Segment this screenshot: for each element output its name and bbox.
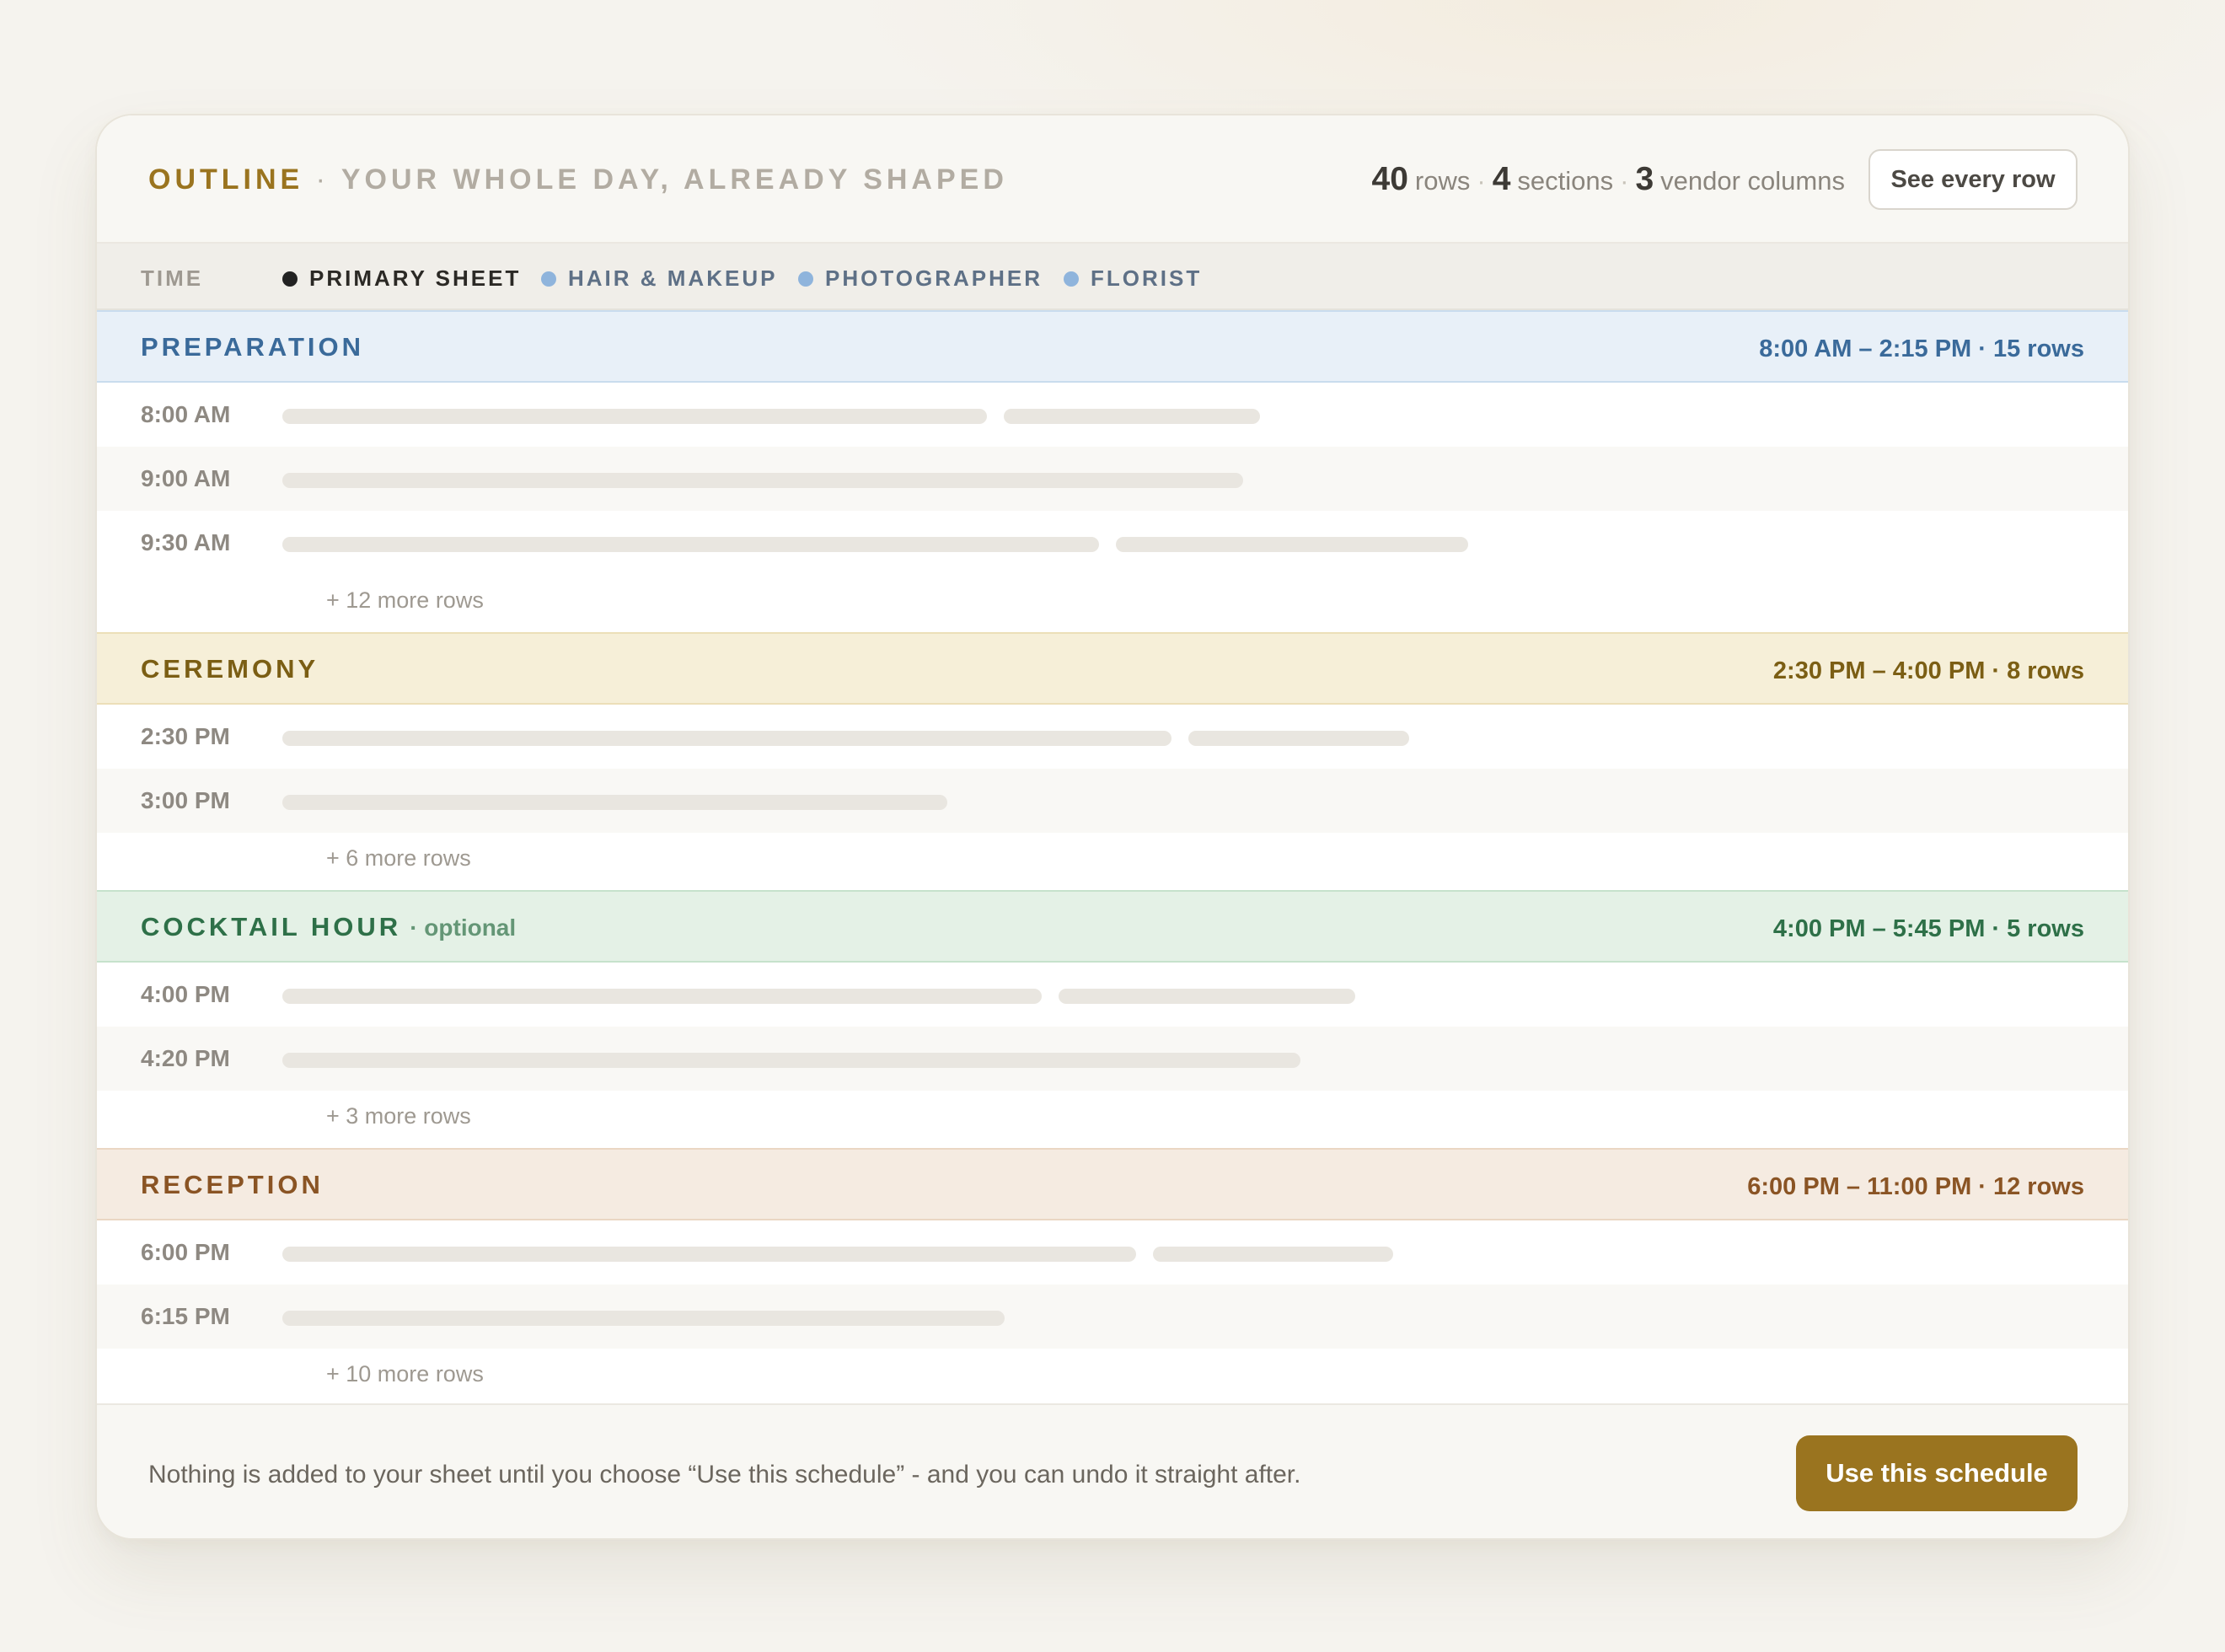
sections-label: sections [1517, 166, 1614, 196]
section-title: RECEPTION [141, 1170, 324, 1199]
section-title: COCKTAIL HOUR [141, 912, 402, 941]
use-schedule-button[interactable]: Use this schedule [1796, 1435, 2078, 1511]
vendor-count: 3 [1635, 161, 1654, 197]
section-range: 8:00 AM – 2:15 PM · 15 rows [1759, 335, 2084, 362]
outline-card: OUTLINE · YOUR WHOLE DAY, ALREADY SHAPED… [95, 114, 2130, 1540]
see-every-row-button[interactable]: See every row [1868, 149, 2078, 210]
rows-label: rows [1414, 166, 1471, 196]
more-rows-link[interactable]: + 3 more rows [326, 1101, 471, 1131]
column-header: TIME PRIMARY SHEET HAIR & MAKEUP PHOTOGRAP… [97, 244, 2128, 310]
stats-dot: · [1620, 166, 1629, 196]
legend-label: FLORIST [1091, 266, 1203, 291]
table-row: 9:00 AM [97, 447, 2128, 511]
footer-note: Nothing is added to your sheet until you… [148, 1461, 1301, 1488]
row-time: 6:00 PM [141, 1239, 230, 1265]
placeholder-bar [282, 473, 1243, 488]
legend-dot [282, 271, 298, 287]
section-title: PREPARATION [141, 332, 365, 362]
placeholder-bar [1116, 537, 1468, 552]
card-header: OUTLINE · YOUR WHOLE DAY, ALREADY SHAPED… [97, 115, 2128, 244]
time-column-label: TIME [141, 266, 204, 291]
placeholder-bar [1153, 1247, 1393, 1262]
legend-item-0: PRIMARY SHEET [282, 266, 521, 292]
placeholder-bar [282, 1247, 1136, 1262]
title-separator: · [315, 164, 330, 196]
legend-label: PHOTOGRAPHER [825, 266, 1043, 291]
placeholder-bar [1059, 989, 1355, 1004]
placeholder-bar [282, 409, 987, 424]
legend-label: PRIMARY SHEET [309, 266, 522, 291]
row-time: 8:00 AM [141, 401, 231, 427]
section-name: RECEPTION [141, 1168, 332, 1203]
placeholder-bar [1004, 409, 1260, 424]
section-name: CEREMONY [141, 652, 327, 687]
row-time: 9:30 AM [141, 529, 231, 555]
row-time: 4:20 PM [141, 1045, 230, 1071]
placeholder-bar [282, 537, 1099, 552]
placeholder-bar [1188, 731, 1409, 746]
table-row: 3:00 PM [97, 769, 2128, 833]
table-row: 6:00 PM [97, 1220, 2128, 1285]
more-rows-link[interactable]: + 12 more rows [326, 585, 484, 615]
row-time: 9:00 AM [141, 465, 231, 491]
section-header: CEREMONY 2:30 PM – 4:00 PM · 8 rows [97, 632, 2128, 705]
section-range: 2:30 PM – 4:00 PM · 8 rows [1772, 657, 2084, 684]
vendor-label: vendor columns [1660, 166, 1845, 196]
row-time: 3:00 PM [141, 787, 230, 813]
section-range: 4:00 PM – 5:45 PM · 5 rows [1772, 915, 2084, 942]
table-row: 8:00 AM [97, 383, 2128, 447]
legend-label: HAIR & MAKEUP [568, 266, 778, 291]
placeholder-bar [282, 1311, 1005, 1326]
placeholder-bar [282, 989, 1042, 1004]
card-title: OUTLINE · YOUR WHOLE DAY, ALREADY SHAPED [148, 163, 1008, 196]
section-header: COCKTAIL HOUR · optional 4:00 PM – 5:45 PM… [97, 890, 2128, 963]
section-range: 6:00 PM – 11:00 PM · 12 rows [1747, 1173, 2084, 1200]
table-row: 4:00 PM [97, 963, 2128, 1027]
section-name: COCKTAIL HOUR · optional [141, 910, 516, 945]
card-footer: Nothing is added to your sheet until you… [97, 1403, 2128, 1538]
row-time: 6:15 PM [141, 1303, 230, 1329]
more-rows-link[interactable]: + 10 more rows [326, 1359, 484, 1389]
row-time: 2:30 PM [141, 723, 230, 749]
legend-item-1: HAIR & MAKEUP [541, 266, 777, 292]
table-row: 4:20 PM [97, 1027, 2128, 1091]
summary-stats: 40 rows · 4 sections · 3 vendor columns [1372, 156, 1845, 203]
table-row: 2:30 PM [97, 705, 2128, 769]
section-header: RECEPTION 6:00 PM – 11:00 PM · 12 rows [97, 1148, 2128, 1220]
section-title: CEREMONY [141, 654, 319, 684]
rows-count: 40 [1371, 161, 1408, 197]
section-header: PREPARATION 8:00 AM – 2:15 PM · 15 rows [97, 310, 2128, 383]
legend-dot [798, 271, 813, 287]
placeholder-bar [282, 731, 1171, 746]
row-time: 4:00 PM [141, 981, 230, 1007]
table-row: 6:15 PM [97, 1285, 2128, 1349]
more-rows-link[interactable]: + 6 more rows [326, 843, 471, 873]
legend-dot [541, 271, 556, 287]
title-subtitle: YOUR WHOLE DAY, ALREADY SHAPED [340, 164, 1008, 196]
legend-item-2: PHOTOGRAPHER [798, 266, 1043, 292]
table-row: 9:30 AM [97, 511, 2128, 575]
legend-item-3: FLORIST [1064, 266, 1202, 292]
section-name: PREPARATION [141, 330, 373, 365]
sections-count: 4 [1492, 161, 1511, 197]
legend-dot [1064, 271, 1079, 287]
stats-dot: · [1477, 166, 1486, 196]
placeholder-bar [282, 795, 947, 810]
section-optional-tag: · optional [410, 914, 517, 941]
placeholder-bar [282, 1053, 1300, 1068]
title-accent: OUTLINE [148, 164, 304, 196]
